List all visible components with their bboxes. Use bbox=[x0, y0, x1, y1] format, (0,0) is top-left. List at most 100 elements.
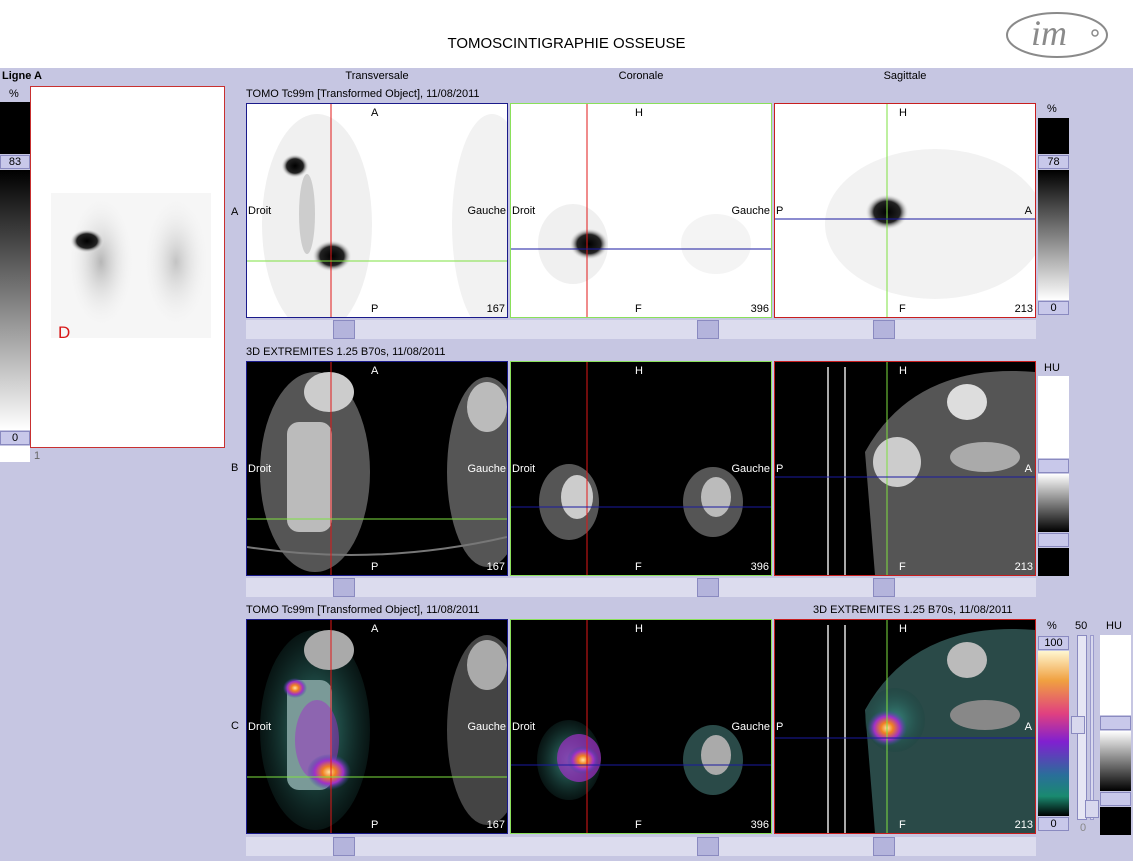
b-s-bottom: F bbox=[899, 561, 906, 573]
a-t-slice: 167 bbox=[486, 303, 505, 315]
secondary-slider-handle[interactable] bbox=[1085, 800, 1099, 818]
scale-b-bottom-handle[interactable] bbox=[1038, 533, 1069, 547]
a-s-bottom: F bbox=[899, 303, 906, 315]
a-c-bottom: F bbox=[635, 303, 642, 315]
row-b-sagittal-view[interactable]: H F P A 213 bbox=[774, 361, 1036, 576]
logo-mark: im bbox=[1006, 12, 1108, 58]
row-b-transverse-view[interactable]: A P Droit Gauche 167 bbox=[246, 361, 508, 576]
left-scale-bottom-value[interactable]: 0 bbox=[0, 431, 30, 445]
scale-c-hu-bar-top bbox=[1100, 635, 1131, 715]
c-t-slice: 167 bbox=[486, 819, 505, 831]
scale-b-unit: HU bbox=[1044, 362, 1060, 374]
scale-c-hu-bottom-handle[interactable] bbox=[1100, 792, 1131, 806]
b-s-slice: 213 bbox=[1014, 561, 1033, 573]
row-b-slider-strip bbox=[246, 578, 1036, 597]
row-a-sagittal-view[interactable]: H F P A 213 bbox=[774, 103, 1036, 318]
row-c-coronal-view[interactable]: H F Droit Gauche 396 bbox=[510, 619, 772, 834]
row-a-transverse-view[interactable]: A P Droit Gauche 167 bbox=[246, 103, 508, 318]
c-c-right: Gauche bbox=[731, 721, 770, 733]
row-c-sagittal-view[interactable]: H F P A 213 bbox=[774, 619, 1036, 834]
scale-c-hu-colorbar bbox=[1100, 731, 1131, 791]
mip-image bbox=[51, 192, 211, 338]
column-header-sagittale: Sagittale bbox=[883, 70, 927, 82]
c-s-slice: 213 bbox=[1014, 819, 1033, 831]
c-c-top: H bbox=[635, 623, 643, 635]
row-c-transverse-view[interactable]: A P Droit Gauche 167 bbox=[246, 619, 508, 834]
left-colorbar bbox=[0, 170, 30, 430]
b-c-right: Gauche bbox=[731, 463, 770, 475]
c-s-top: H bbox=[899, 623, 907, 635]
left-colorbar-bottom bbox=[0, 446, 30, 462]
scale-c-mid-value: 50 bbox=[1075, 620, 1088, 632]
scale-c-unit-pct: % bbox=[1047, 620, 1057, 632]
row-a-slider-strip bbox=[246, 320, 1036, 339]
row-c-slider-strip bbox=[246, 837, 1036, 856]
scale-c-hu-bar-bottom bbox=[1100, 807, 1131, 835]
row-a-transverse-slice-handle[interactable] bbox=[333, 320, 355, 339]
row-a-series-label: TOMO Tc99m [Transformed Object], 11/08/2… bbox=[246, 88, 480, 100]
row-b-coronal-slice-handle[interactable] bbox=[697, 578, 719, 597]
row-b-transverse-slice-handle[interactable] bbox=[333, 578, 355, 597]
c-c-bottom: F bbox=[635, 819, 642, 831]
a-t-top: A bbox=[371, 107, 379, 119]
row-c-sagittal-image bbox=[775, 620, 1035, 833]
scale-b-bar-top bbox=[1038, 376, 1069, 458]
row-a-coronal-slice-handle[interactable] bbox=[697, 320, 719, 339]
row-a-coronal-view[interactable]: H F Droit Gauche 396 bbox=[510, 103, 772, 318]
c-s-bottom: F bbox=[899, 819, 906, 831]
scale-c-colorbar bbox=[1038, 651, 1069, 816]
scale-b-bar-bottom bbox=[1038, 548, 1069, 576]
b-t-left: Droit bbox=[248, 463, 272, 475]
row-b-sagittal-image bbox=[775, 362, 1035, 575]
mip-panel[interactable]: D bbox=[30, 86, 225, 448]
column-header-coronale: Coronale bbox=[618, 70, 664, 82]
c-c-left: Droit bbox=[512, 721, 536, 733]
row-c-coronal-slice-handle[interactable] bbox=[697, 837, 719, 856]
scale-c-top-value[interactable]: 100 bbox=[1038, 636, 1069, 650]
b-s-left: P bbox=[776, 463, 784, 475]
a-t-right: Gauche bbox=[467, 205, 506, 217]
row-a-sagittal-slice-handle[interactable] bbox=[873, 320, 895, 339]
b-s-top: H bbox=[899, 365, 907, 377]
row-b-series-label: 3D EXTREMITES 1.25 B70s, 11/08/2011 bbox=[246, 346, 446, 358]
scale-c-bottom-value[interactable]: 0 bbox=[1038, 817, 1069, 831]
left-scale-top-value[interactable]: 83 bbox=[0, 155, 30, 169]
row-c-transverse-slice-handle[interactable] bbox=[333, 837, 355, 856]
scale-b-colorbar bbox=[1038, 474, 1069, 532]
b-t-bottom: P bbox=[371, 561, 379, 573]
a-t-bottom: P bbox=[371, 303, 379, 315]
page-title: TOMOSCINTIGRAPHIE OSSEUSE bbox=[447, 35, 686, 52]
a-s-slice: 213 bbox=[1014, 303, 1033, 315]
ligne-label: Ligne A bbox=[2, 70, 42, 82]
scale-c-small-zero: 0 bbox=[1080, 822, 1087, 834]
row-c-sagittal-slice-handle[interactable] bbox=[873, 837, 895, 856]
row-a-letter: A bbox=[231, 206, 239, 218]
row-c-series-label-right: 3D EXTREMITES 1.25 B70s, 11/08/2011 bbox=[813, 604, 1013, 616]
c-s-right: A bbox=[1024, 721, 1032, 733]
a-s-left: P bbox=[776, 205, 784, 217]
b-c-slice: 396 bbox=[750, 561, 769, 573]
scale-a-colorbar bbox=[1038, 170, 1069, 300]
logo: im bbox=[1005, 5, 1113, 61]
secondary-slider-track[interactable] bbox=[1090, 635, 1094, 820]
b-t-top: A bbox=[371, 365, 379, 377]
scale-a-top-value[interactable]: 78 bbox=[1038, 155, 1069, 169]
left-colorbar-top bbox=[0, 102, 30, 154]
scale-b-top-handle[interactable] bbox=[1038, 459, 1069, 473]
c-s-left: P bbox=[776, 721, 784, 733]
b-s-right: A bbox=[1024, 463, 1032, 475]
a-s-top: H bbox=[899, 107, 907, 119]
left-bottom-index: 1 bbox=[34, 450, 41, 462]
left-percent-label: % bbox=[9, 88, 19, 100]
row-b-coronal-view[interactable]: H F Droit Gauche 396 bbox=[510, 361, 772, 576]
opacity-slider-handle[interactable] bbox=[1071, 716, 1085, 734]
header bbox=[0, 0, 1133, 68]
c-c-slice: 396 bbox=[750, 819, 769, 831]
c-t-right: Gauche bbox=[467, 721, 506, 733]
row-b-sagittal-slice-handle[interactable] bbox=[873, 578, 895, 597]
scale-c-hu-top-handle[interactable] bbox=[1100, 716, 1131, 730]
b-c-left: Droit bbox=[512, 463, 536, 475]
scale-a-bottom-value[interactable]: 0 bbox=[1038, 301, 1069, 315]
b-c-bottom: F bbox=[635, 561, 642, 573]
a-s-right: A bbox=[1024, 205, 1032, 217]
